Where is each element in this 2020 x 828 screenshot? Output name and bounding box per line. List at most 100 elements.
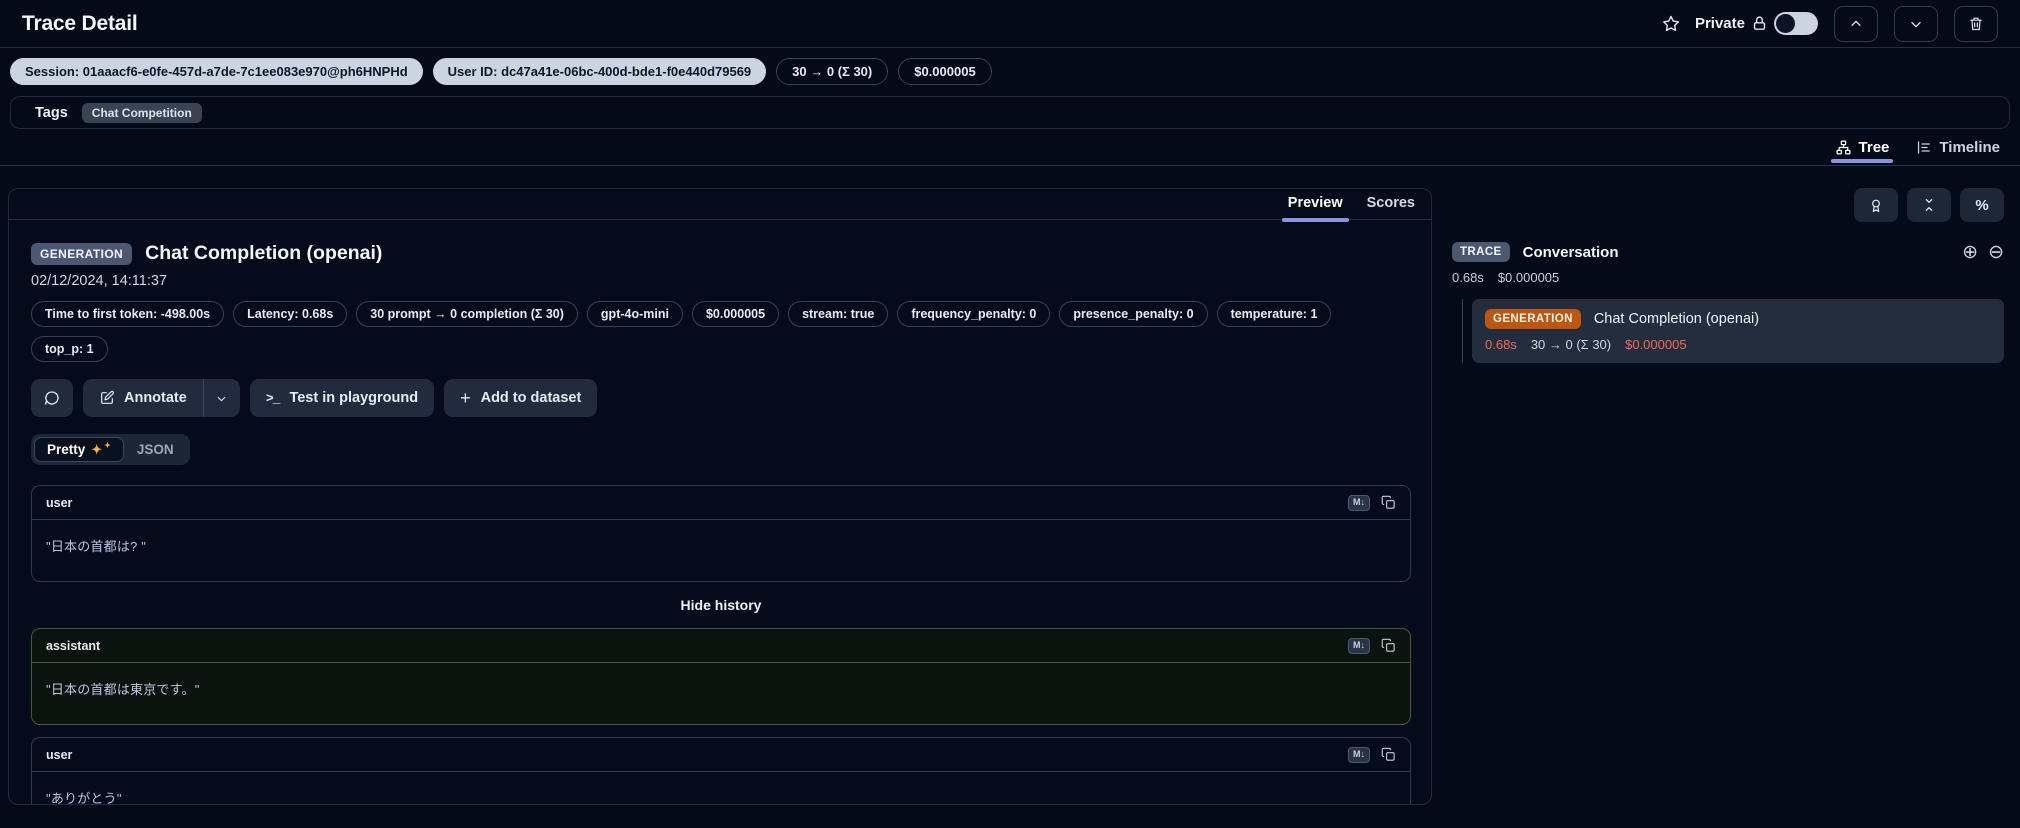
session-badge[interactable]: Session: 01aaacf6-e0fe-457d-a7de-7c1ee08… [10,58,423,85]
hide-history-link[interactable]: Hide history [31,597,1411,613]
annotate-dropdown-button[interactable] [204,379,240,417]
sparkles-icon: ✦ [91,442,103,457]
metric-badge: Latency: 0.68s [233,301,348,327]
annotate-label: Annotate [124,390,187,406]
tags-label: Tags [35,104,68,121]
timeline-icon [1915,139,1932,156]
tree-indent-guide: GENERATION Chat Completion (openai) 0.68… [1462,299,2004,363]
message-user-2: user M↓ "ありがとう" [31,736,1411,805]
token-usage-badge: 30 → 0 (Σ 30) [776,58,889,85]
trace-cost: $0.000005 [1497,270,1560,285]
toggle-knob [1776,14,1795,33]
metric-badge: $0.000005 [691,301,780,327]
trace-tree-panel: % TRACE Conversation ⊕ ⊖ 0.68s $0.000005… [1432,188,2012,806]
tag-chip[interactable]: Chat Competition [81,102,202,123]
test-in-playground-button[interactable]: >_ Test in playground [249,379,435,417]
page-title: Trace Detail [22,11,138,35]
award-icon [1868,197,1884,214]
observation-metric-badges: Time to first token: -498.00s Latency: 0… [31,301,1381,362]
copy-icon[interactable] [1381,747,1396,762]
trace-type-badge: TRACE [1452,242,1510,262]
message-content: "ありがとう" [46,790,122,805]
message-header: user M↓ [32,738,1410,772]
chevron-down-icon [1908,16,1924,32]
markdown-toggle-icon[interactable]: M↓ [1348,637,1370,654]
view-tabs: Tree Timeline [0,129,2020,166]
metric-badge: temperature: 1 [1216,301,1332,327]
visibility-label: Private [1694,15,1745,32]
tree-icon [1835,139,1852,156]
tab-preview[interactable]: Preview [1281,195,1349,222]
percent-icon: % [1975,196,1989,214]
metric-badge: stream: true [788,301,889,327]
node-cost: $0.000005 [1625,337,1687,352]
message-role: user [46,495,73,510]
edit-icon [99,390,115,406]
metric-badge: gpt-4o-mini [586,301,683,327]
metric-badge: presence_penalty: 0 [1059,301,1208,327]
delete-trace-button[interactable] [1954,5,1998,42]
message-header: user M↓ [32,486,1410,520]
format-toggle: Pretty ✦ ✦ JSON [31,434,190,465]
add-to-dataset-label: Add to dataset [480,390,582,406]
observation-panel: Preview Scores GENERATION Chat Completio… [8,188,1432,805]
lock-icon [1751,15,1768,32]
generation-type-badge: GENERATION [1485,309,1581,329]
action-buttons-row: Annotate >_ Test in playground + Add to … [31,379,1409,417]
message-content: "日本の首都は東京です。" [46,681,200,697]
generation-node-title: Chat Completion (openai) [1593,311,1760,327]
trace-tree-root[interactable]: TRACE Conversation ⊕ ⊖ [1452,242,2004,262]
generation-type-badge: GENERATION [31,242,133,265]
collapse-all-icon[interactable]: ⊖ [1988,243,2004,262]
pretty-label: Pretty [47,442,86,457]
markdown-toggle-icon[interactable]: M↓ [1348,495,1370,511]
visibility-toggle[interactable] [1774,12,1818,35]
page-header: Trace Detail Private [0,0,2020,48]
observation-timestamp: 02/12/2024, 14:11:37 [31,273,167,289]
message-assistant: assistant M↓ "日本の首都は東京です。" [31,627,1411,725]
message-role: user [46,747,73,762]
active-tab-underline [1281,218,1349,222]
metrics-toggle-button[interactable]: % [1960,188,2004,222]
trace-stats: 0.68s $0.000005 [1452,270,2004,285]
tab-scores[interactable]: Scores [1367,195,1415,219]
trace-latency: 0.68s [1452,270,1484,285]
chevron-up-icon [1848,16,1864,32]
markdown-toggle-icon[interactable]: M↓ [1348,746,1370,763]
tree-panel-controls: % [1452,188,2004,222]
playground-label: Test in playground [289,390,419,406]
tab-tree-label: Tree [1858,139,1890,156]
plus-icon: + [460,388,471,408]
metric-badge: 30 prompt → 0 completion (Σ 30) [356,301,578,327]
metric-badge: frequency_penalty: 0 [897,301,1051,327]
annotate-button[interactable]: Annotate [83,379,203,417]
add-to-dataset-button[interactable]: + Add to dataset [444,379,598,417]
scores-toggle-button[interactable] [1854,188,1898,222]
next-trace-button[interactable] [1894,5,1938,42]
cost-badge: $0.000005 [898,58,992,85]
copy-icon[interactable] [1381,638,1396,653]
previous-trace-button[interactable] [1834,5,1878,42]
expand-all-icon[interactable]: ⊕ [1962,243,1978,262]
message-list: user M↓ "日本の首都は? " Hide history assistan… [31,485,1411,805]
format-json-segment[interactable]: JSON [124,437,187,462]
main-area: Preview Scores GENERATION Chat Completio… [0,166,2020,806]
tab-tree[interactable]: Tree [1830,139,1894,165]
tab-scores-label: Scores [1366,195,1415,211]
user-id-badge[interactable]: User ID: dc47a41e-06bc-400d-bde1-f0e440d… [432,58,767,85]
message-header: assistant M↓ [32,629,1410,663]
node-latency: 0.68s [1485,337,1517,352]
bookmark-star-icon[interactable] [1661,14,1681,34]
visibility-control: Private [1695,12,1818,35]
trash-icon [1968,15,1984,32]
comments-button[interactable] [31,379,73,417]
tab-timeline[interactable]: Timeline [1915,139,2000,165]
generation-node-selected[interactable]: GENERATION Chat Completion (openai) 0.68… [1472,299,2004,363]
format-pretty-segment[interactable]: Pretty ✦ ✦ [34,437,124,462]
tab-preview-label: Preview [1287,195,1343,211]
copy-icon[interactable] [1381,495,1396,510]
metric-badge: Time to first token: -498.00s [31,301,225,327]
chevron-down-icon [215,392,228,405]
collapse-all-button[interactable] [1907,188,1951,222]
json-label: JSON [136,442,174,457]
